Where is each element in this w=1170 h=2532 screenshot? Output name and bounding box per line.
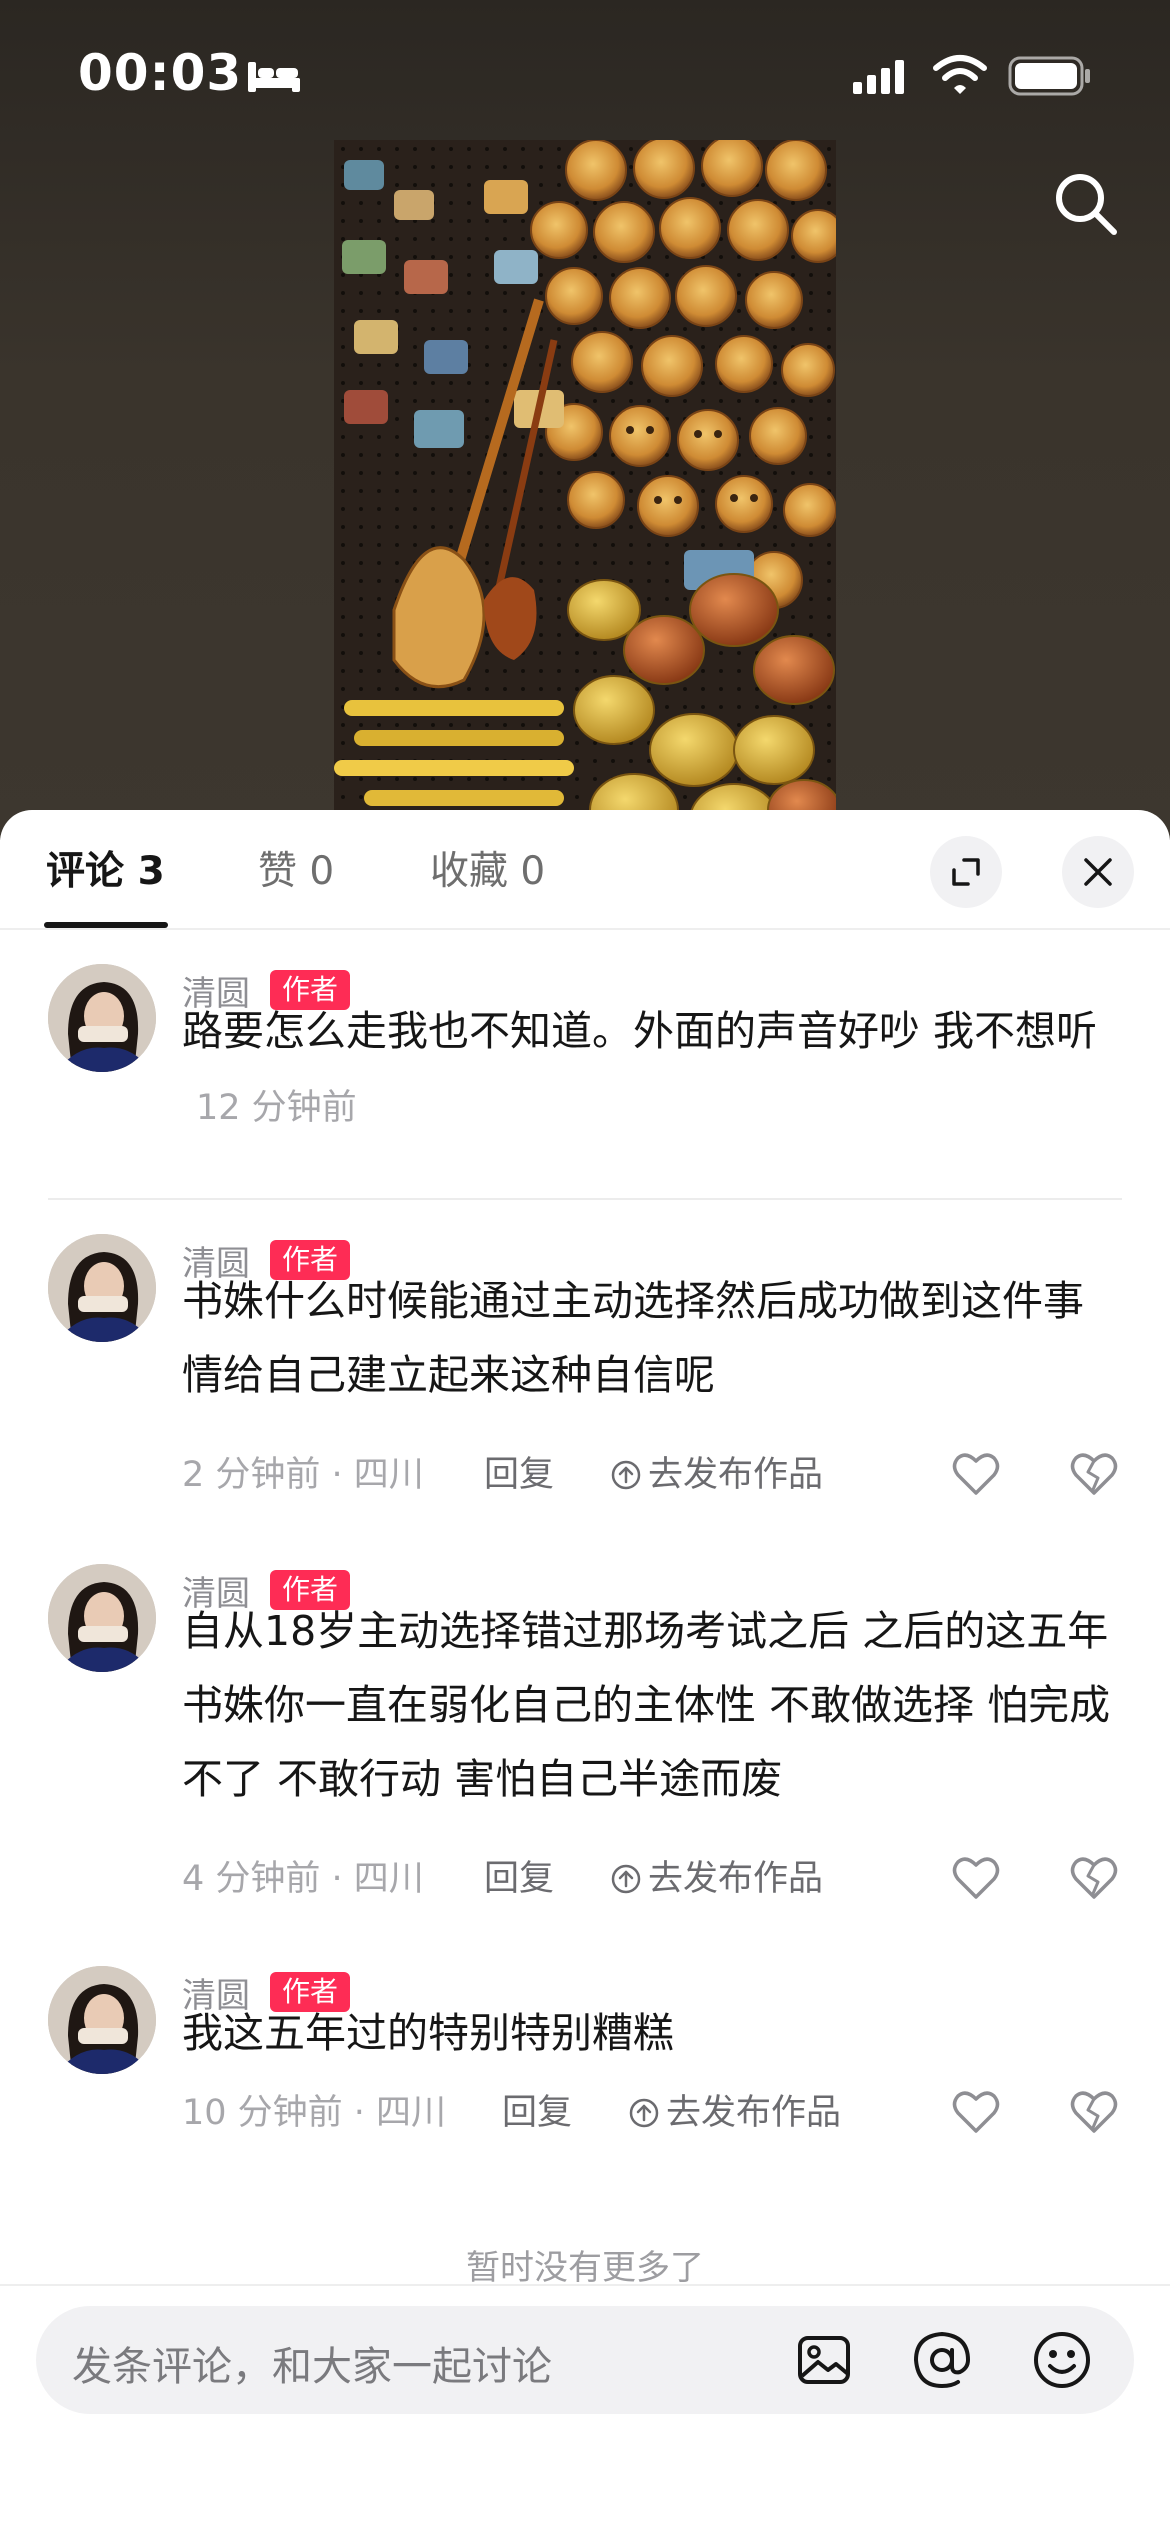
active-tab-indicator	[44, 922, 168, 928]
comment-input[interactable]: 发条评论，和大家一起讨论	[36, 2306, 1134, 2414]
status-bar: 00:03	[0, 0, 1170, 150]
close-button[interactable]	[1062, 836, 1134, 908]
comment-sheet: 评论 3 赞 0 收藏 0 清圆 作者 路要怎么走我也不知道。外面的声音好吵 我…	[0, 810, 1170, 2532]
tab-likes[interactable]: 赞 0	[258, 840, 334, 896]
expand-icon	[952, 858, 980, 886]
comment-input-bar: 发条评论，和大家一起讨论	[0, 2284, 1170, 2532]
comment-text: 自从18岁主动选择错过那场考试之后 之后的这五年 书姝你一直在弱化自己的主体性 …	[182, 1607, 1111, 1803]
publish-work-button[interactable]: 去发布作品	[628, 2088, 841, 2138]
close-icon	[1084, 858, 1112, 886]
heart-icon	[952, 2091, 1000, 2133]
broken-heart-icon	[1070, 1453, 1118, 1495]
publish-work-button[interactable]: 去发布作品	[610, 1450, 823, 1500]
like-button[interactable]	[950, 1852, 1002, 1904]
dislike-button[interactable]	[1068, 1448, 1120, 1500]
no-more-comments-text: 暂时没有更多了	[466, 2248, 704, 2288]
publish-work-button[interactable]: 去发布作品	[610, 1854, 823, 1904]
video-background: 00:03	[0, 0, 1170, 840]
avatar-image	[48, 1564, 156, 1672]
avatar-image	[48, 1234, 156, 1342]
post-image-art	[334, 140, 836, 840]
comment-input-placeholder: 发条评论，和大家一起讨论	[72, 2344, 552, 2390]
heart-icon	[952, 1857, 1000, 1899]
publish-work-label: 去发布作品	[648, 1859, 824, 1899]
tab-favorites[interactable]: 收藏 0	[430, 840, 545, 896]
avatar-image	[48, 964, 156, 1072]
avatar[interactable]	[48, 964, 156, 1072]
comment-time: 12 分钟前	[196, 1088, 357, 1128]
like-button[interactable]	[950, 2086, 1002, 2138]
avatar[interactable]	[48, 1966, 156, 2074]
image-button[interactable]	[792, 2328, 856, 2392]
sleep-mode-icon	[246, 56, 302, 100]
comment-meta: 2 分钟前 · 四川	[182, 1455, 424, 1495]
search-icon	[1056, 174, 1117, 235]
comment-text: 我这五年过的特别特别糟糕	[182, 2009, 674, 2057]
sheet-tabs: 评论 3 赞 0 收藏 0	[0, 810, 1170, 930]
like-button[interactable]	[950, 1448, 1002, 1500]
comment-text: 路要怎么走我也不知道。外面的声音好吵 我不想听 12 分钟前	[182, 994, 1122, 1145]
avatar-image	[48, 1966, 156, 2074]
emoji-button[interactable]	[1030, 2328, 1094, 2392]
publish-work-label: 去发布作品	[648, 1455, 824, 1495]
reply-button[interactable]: 回复	[484, 1854, 554, 1904]
image-icon	[798, 2336, 850, 2384]
post-image[interactable]	[334, 140, 836, 840]
wifi-icon	[932, 54, 988, 100]
reply-button[interactable]: 回复	[502, 2088, 572, 2138]
expand-button[interactable]	[930, 836, 1002, 908]
cellular-signal-icon	[853, 58, 913, 98]
comment-meta: 10 分钟前 · 四川	[182, 2093, 447, 2133]
comment-text: 书姝什么时候能通过主动选择然后成功做到这件事情给自己建立起来这种自信呢	[182, 1277, 1084, 1399]
upload-circle-icon	[629, 2098, 659, 2128]
dislike-button[interactable]	[1068, 1852, 1120, 1904]
status-time: 00:03	[78, 44, 243, 102]
broken-heart-icon	[1070, 2091, 1118, 2133]
heart-icon	[952, 1453, 1000, 1495]
smiley-icon	[1034, 2332, 1090, 2388]
dislike-button[interactable]	[1068, 2086, 1120, 2138]
search-button[interactable]	[1050, 168, 1122, 240]
broken-heart-icon	[1070, 1857, 1118, 1899]
battery-icon	[1008, 56, 1092, 100]
avatar[interactable]	[48, 1564, 156, 1672]
at-sign-icon	[913, 2331, 971, 2389]
publish-work-label: 去发布作品	[666, 2093, 842, 2133]
mention-button[interactable]	[910, 2328, 974, 2392]
comment-meta: 4 分钟前 · 四川	[182, 1859, 424, 1899]
tab-comments[interactable]: 评论 3	[46, 840, 165, 896]
avatar[interactable]	[48, 1234, 156, 1342]
comment-divider	[48, 1198, 1122, 1200]
comment-body: 路要怎么走我也不知道。外面的声音好吵 我不想听	[182, 1007, 1098, 1055]
upload-circle-icon	[611, 1460, 641, 1490]
reply-button[interactable]: 回复	[484, 1450, 554, 1500]
upload-circle-icon	[611, 1864, 641, 1894]
